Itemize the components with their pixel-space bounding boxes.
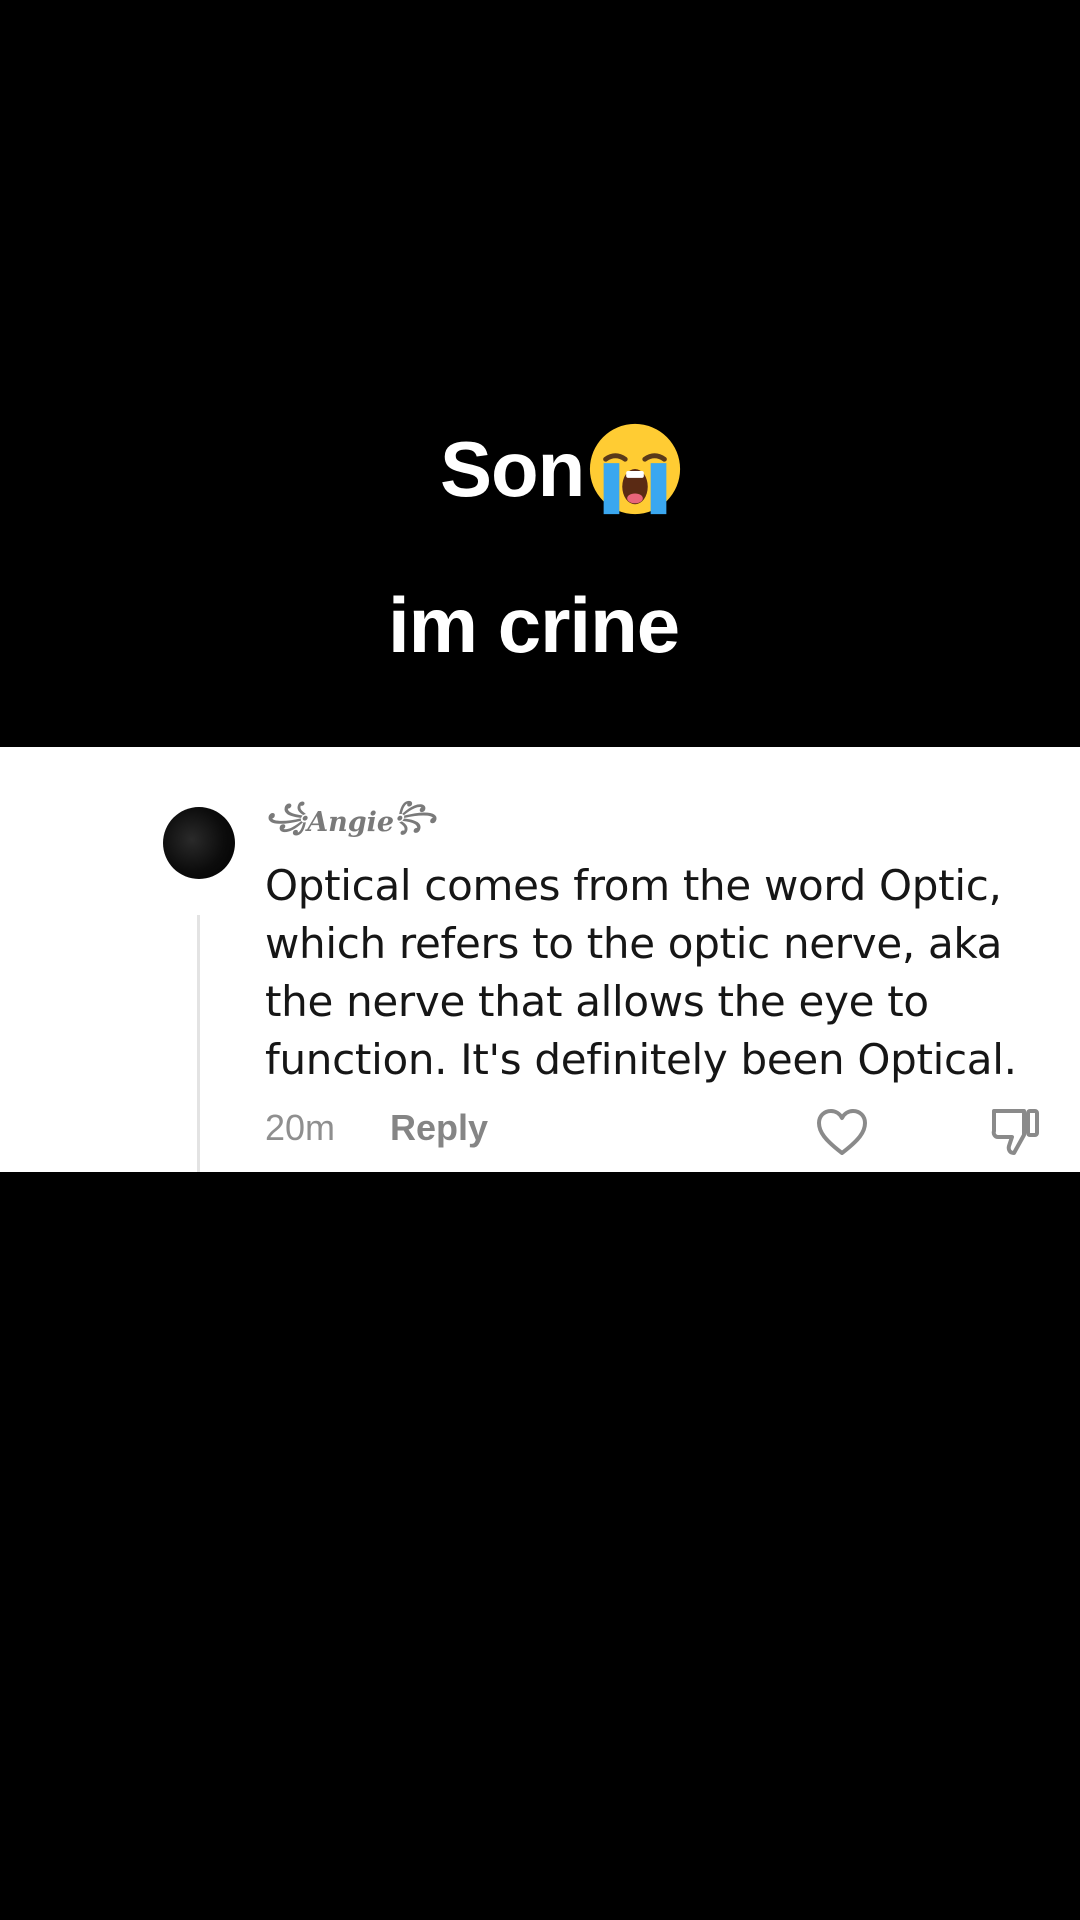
username-ornament-left: ꧁ bbox=[265, 800, 308, 832]
comment-card: ꧁ Angie ꧂ Optical comes from the word Op… bbox=[0, 747, 1080, 1172]
comment-text: Optical comes from the word Optic, which… bbox=[265, 861, 1017, 1084]
heart-outline-icon[interactable] bbox=[815, 1107, 869, 1157]
thumbs-down-outline-icon[interactable] bbox=[988, 1105, 1042, 1159]
video-frame: Son im crine ꧁ Angie ꧂ Optical comes fro… bbox=[0, 0, 1080, 1920]
avatar[interactable] bbox=[163, 807, 235, 879]
comment-time: 20m bbox=[265, 1107, 336, 1148]
caption-text-1: Son bbox=[440, 424, 585, 513]
loudly-crying-face-icon bbox=[586, 420, 684, 518]
username-ornament-right: ꧂ bbox=[394, 800, 437, 832]
username[interactable]: ꧁ Angie ꧂ bbox=[265, 799, 436, 845]
caption-line-2: im crine bbox=[388, 581, 680, 669]
reply-button[interactable]: Reply bbox=[390, 1107, 488, 1149]
caption-line-1: Son bbox=[0, 410, 1080, 520]
thread-line bbox=[197, 915, 200, 1172]
username-text: Angie bbox=[307, 806, 395, 838]
